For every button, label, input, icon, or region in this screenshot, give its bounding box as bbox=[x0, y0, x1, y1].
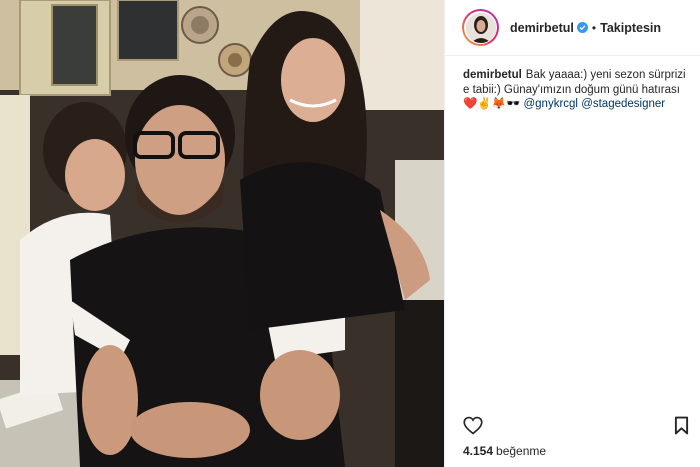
post-actions bbox=[463, 416, 689, 438]
likes-number: 4.154 bbox=[463, 444, 494, 458]
header-username[interactable]: demirbetul bbox=[510, 21, 574, 35]
mention-gnykrcgl[interactable]: @gnykrcgl bbox=[523, 98, 578, 110]
avatar-image bbox=[465, 12, 496, 43]
avatar[interactable] bbox=[462, 9, 499, 46]
post-caption: demirbetul Bak yaaaa:) yeni sezon sürpriz… bbox=[463, 68, 693, 112]
bookmark-icon[interactable] bbox=[674, 416, 689, 440]
post-side-panel: demirbetul • Takiptesin demirbetul Bak ya… bbox=[444, 0, 700, 467]
header-separator: • bbox=[591, 20, 597, 35]
verified-badge-icon bbox=[576, 22, 588, 33]
caption-emojis: ❤️✌🦊🕶️ bbox=[463, 98, 521, 110]
heart-icon[interactable] bbox=[463, 416, 483, 440]
caption-username[interactable]: demirbetul bbox=[463, 69, 522, 81]
likes-count[interactable]: 4.154 beğenme bbox=[463, 444, 546, 458]
likes-label: beğenme bbox=[496, 444, 547, 458]
mention-stagedesigner[interactable]: @stagedesigner bbox=[581, 98, 665, 110]
follow-status-button[interactable]: Takiptesin bbox=[600, 21, 661, 35]
post-photo[interactable] bbox=[0, 0, 444, 467]
post-header: demirbetul • Takiptesin bbox=[445, 0, 700, 56]
post-photo-image bbox=[0, 0, 444, 467]
